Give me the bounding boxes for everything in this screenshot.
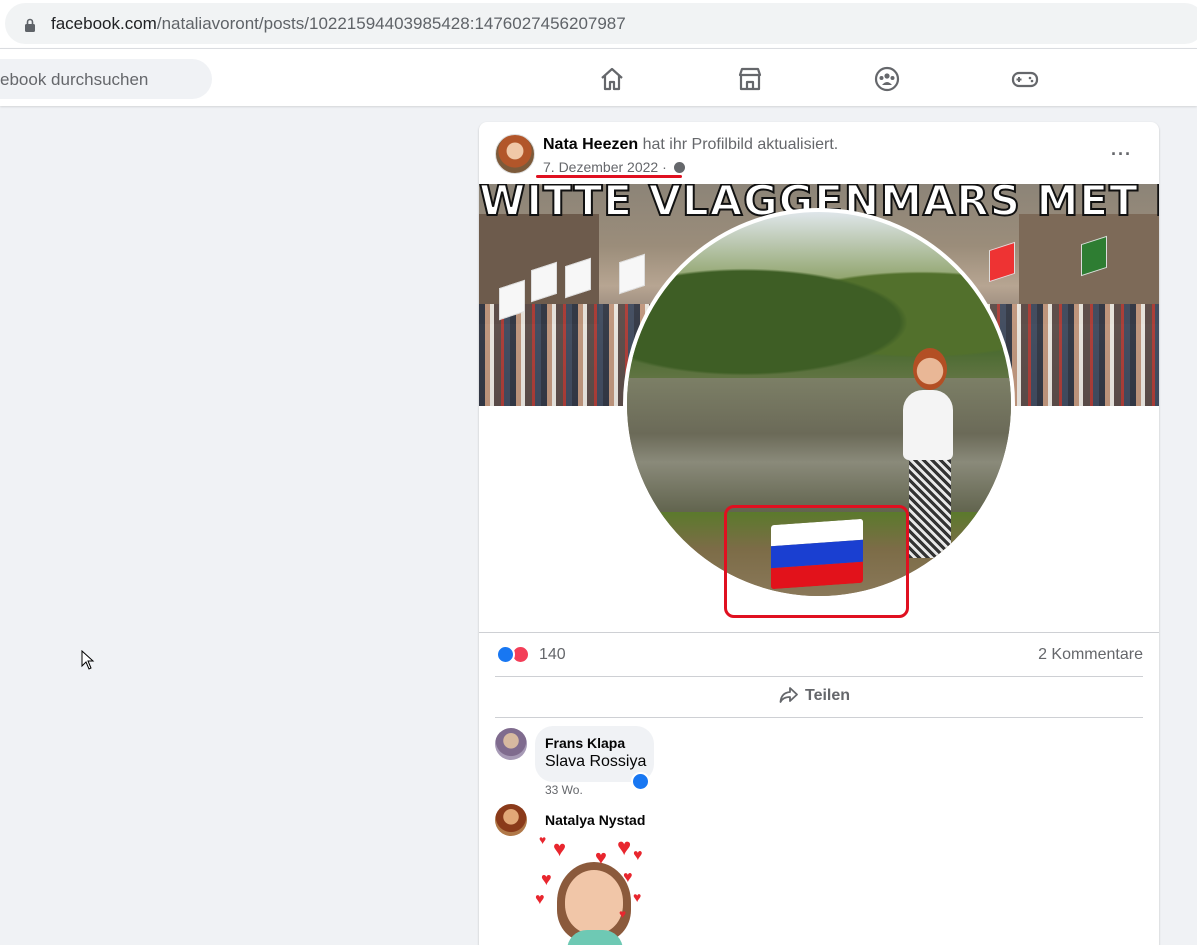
home-icon[interactable] — [598, 65, 626, 93]
annotation-underline — [536, 175, 682, 178]
search-bar[interactable]: ebook durchsuchen — [0, 59, 212, 99]
share-button[interactable]: Teilen — [779, 686, 850, 705]
comment-like-icon — [631, 772, 650, 791]
author-name-link[interactable]: Nata Heezen — [543, 136, 638, 153]
commenter-name[interactable]: Frans Klapa — [545, 735, 625, 751]
comment-count-link[interactable]: 2 Kommentare — [1038, 646, 1143, 664]
divider — [479, 632, 1159, 633]
comment-time[interactable]: 33 Wo. — [545, 783, 583, 797]
url-path: /nataliavoront/posts/10221594403985428:1… — [156, 14, 626, 33]
browser-address-bar: facebook.com/nataliavoront/posts/1022159… — [0, 0, 1197, 48]
meta-separator: · — [658, 159, 671, 175]
search-input[interactable]: ebook durchsuchen — [0, 70, 148, 90]
heart-icon: ♥ — [535, 891, 545, 908]
trees — [627, 232, 1011, 382]
heart-icon: ♥ — [617, 834, 632, 861]
divider — [495, 717, 1143, 718]
post-meta: 7. Dezember 2022 · — [543, 159, 685, 175]
heart-icon: ♥ — [623, 869, 633, 886]
heart-icon: ♥ — [539, 833, 547, 847]
share-icon — [779, 687, 798, 703]
heart-icon: ♥ — [553, 836, 567, 861]
woman-legs — [909, 458, 951, 558]
heart-icon: ♥ — [595, 847, 607, 869]
divider — [495, 676, 1143, 677]
mouse-cursor-icon — [81, 650, 95, 670]
gaming-icon[interactable] — [1011, 65, 1039, 93]
annotation-box — [724, 505, 909, 618]
globe-icon — [673, 162, 685, 173]
groups-icon[interactable] — [873, 65, 901, 93]
url-field[interactable]: facebook.com/nataliavoront/posts/1022159… — [5, 3, 1197, 44]
facebook-top-nav: ebook durchsuchen — [0, 48, 1197, 106]
post-date-link[interactable]: 7. Dezember 2022 — [543, 159, 658, 175]
sticker-face — [565, 870, 623, 934]
heart-icon: ♥ — [633, 889, 642, 905]
more-options-button[interactable]: ··· — [1111, 144, 1132, 165]
pond — [627, 378, 1011, 518]
post-card: Nata Heezen hat ihr Profilbild aktualisi… — [479, 122, 1159, 945]
reactions-summary[interactable] — [496, 645, 536, 665]
lock-icon — [25, 18, 35, 32]
marketplace-icon[interactable] — [736, 65, 764, 93]
heart-icon: ♥ — [619, 907, 627, 921]
woman-head — [913, 348, 947, 390]
woman-torso — [903, 390, 953, 460]
heart-icon: ♥ — [633, 847, 643, 864]
post-action-text: hat ihr Profilbild aktualisiert. — [642, 136, 839, 153]
author-avatar[interactable] — [495, 134, 535, 174]
commenter-name[interactable]: Natalya Nystad — [545, 812, 645, 828]
like-reaction-icon — [496, 645, 515, 664]
url-host: facebook.com — [51, 14, 157, 33]
heart-icon: ♥ — [541, 869, 552, 889]
comment-text: Slava Rossiya — [545, 753, 647, 770]
commenter-avatar[interactable] — [495, 728, 527, 760]
hearts-avatar-sticker: ♥ ♥ ♥ ♥ ♥ ♥ ♥ ♥ ♥ ♥ — [535, 834, 655, 945]
post-header: Nata Heezen hat ihr Profilbild aktualisi… — [543, 136, 838, 154]
url-text[interactable]: facebook.com/nataliavoront/posts/1022159… — [51, 14, 626, 34]
commenter-avatar[interactable] — [495, 804, 527, 836]
share-label: Teilen — [805, 687, 851, 704]
reaction-count[interactable]: 140 — [539, 646, 566, 664]
